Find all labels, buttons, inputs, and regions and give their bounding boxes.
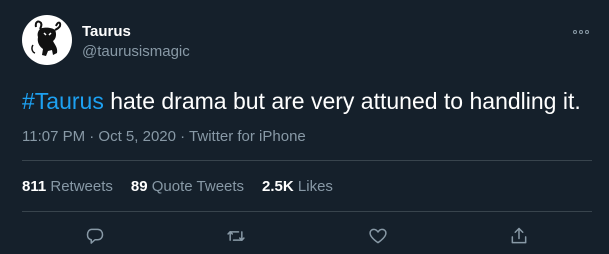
- likes-count: 2.5K: [262, 178, 294, 195]
- quotes-label: Quote Tweets: [151, 178, 245, 195]
- reply-icon[interactable]: [83, 224, 107, 248]
- hashtag-link[interactable]: #Taurus: [22, 88, 104, 114]
- retweets-count: 811: [22, 178, 47, 195]
- tweet-body: hate drama but are very attuned to handl…: [103, 88, 581, 114]
- display-name[interactable]: Taurus: [82, 23, 131, 41]
- avatar[interactable]: [22, 15, 72, 65]
- retweets-label: Retweets: [50, 178, 113, 195]
- retweet-icon[interactable]: [224, 224, 248, 248]
- divider: [22, 160, 592, 161]
- more-icon[interactable]: [571, 22, 591, 42]
- like-icon[interactable]: [366, 224, 390, 248]
- user-handle[interactable]: @taurusismagic: [82, 43, 190, 61]
- tweet-timestamp[interactable]: 11:07 PM · Oct 5, 2020 · Twitter for iPh…: [22, 128, 306, 146]
- tweet-stats: 811 Retweets 89 Quote Tweets 2.5K Likes: [22, 178, 333, 196]
- taurus-bull-icon: [31, 20, 62, 56]
- quotes-count: 89: [130, 178, 148, 195]
- tweet-text: #Taurus hate drama but are very attuned …: [22, 86, 602, 116]
- quote-tweets-stat[interactable]: 89 Quote Tweets: [131, 178, 244, 196]
- retweets-stat[interactable]: 811 Retweets: [22, 178, 113, 196]
- likes-stat[interactable]: 2.5K Likes: [262, 178, 333, 196]
- share-icon[interactable]: [507, 224, 531, 248]
- tweet-card: Taurus @taurusismagic #Taurus hate drama…: [0, 0, 609, 254]
- likes-label: Likes: [297, 178, 333, 195]
- divider: [22, 211, 592, 212]
